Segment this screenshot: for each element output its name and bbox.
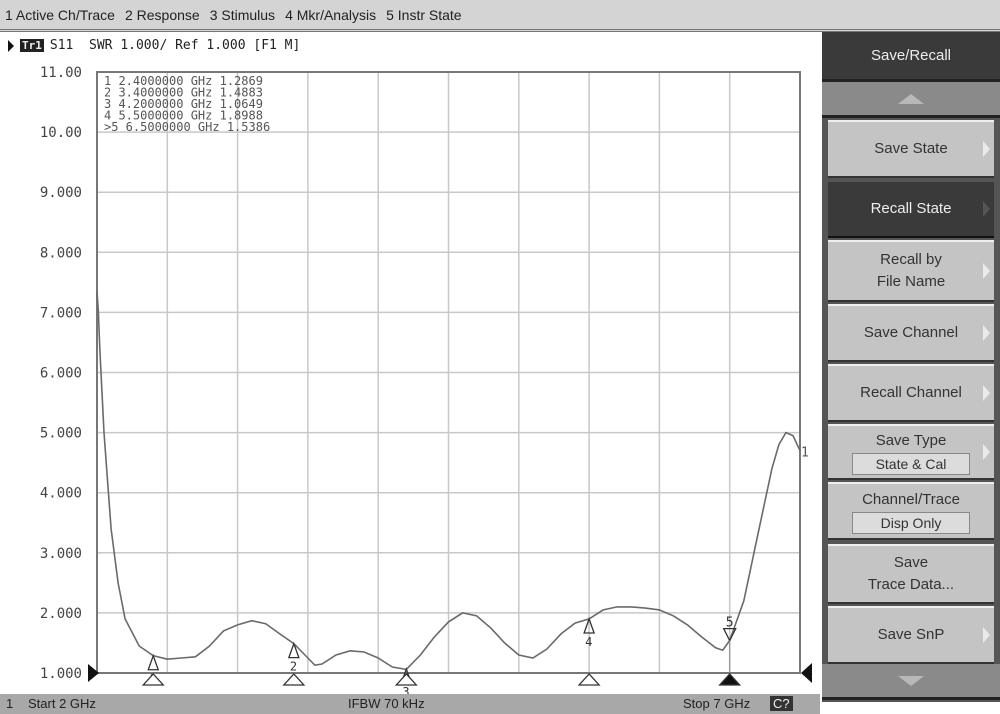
trace-end-label: 1 [801, 446, 809, 461]
save-trace-data-button[interactable]: Save Trace Data... [828, 544, 994, 604]
channel-trace-value: Disp Only [852, 511, 970, 534]
y-tick-label: 3.000 [40, 546, 82, 562]
marker-axis-icon [394, 673, 418, 686]
channel-trace-button[interactable]: Channel/Trace Disp Only [828, 482, 994, 540]
stop-frequency[interactable]: Stop 7 GHz [683, 696, 750, 711]
marker-number: 2 [290, 660, 297, 674]
marker-on-trace-icon [147, 653, 160, 671]
save-label: Save [893, 554, 929, 571]
menu-active-ch-trace[interactable]: 1 Active Ch/Trace [0, 7, 120, 23]
save-state-button[interactable]: Save State [828, 120, 994, 178]
channel-trace-label: Channel/Trace [862, 490, 960, 508]
recall-state-button[interactable]: Recall State [828, 180, 994, 238]
save-snp-button[interactable]: Save SnP [828, 606, 994, 664]
y-tick-label: 7.000 [40, 305, 82, 321]
chart-grid [97, 72, 800, 673]
swr-chart[interactable]: 11.00 10.00 9.000 8.000 7.000 6.000 5.000 4.000… [0, 55, 822, 695]
trace-data-label: Trace Data... [867, 576, 955, 593]
save-snp-label: Save SnP [877, 626, 945, 643]
save-channel-label: Save Channel [863, 324, 959, 341]
menu-response[interactable]: 2 Response [120, 7, 205, 23]
menu-stimulus[interactable]: 3 Stimulus [205, 7, 280, 23]
marker-axis-icon [282, 673, 306, 686]
marker-on-trace-icon [287, 641, 300, 659]
channel-status-badge: C? [770, 696, 793, 711]
triangle-up-icon [898, 93, 924, 104]
y-tick-label: 4.000 [40, 486, 82, 502]
recall-state-label: Recall State [870, 200, 952, 217]
recall-channel-button[interactable]: Recall Channel [828, 364, 994, 422]
marker-axis-icon [577, 673, 601, 686]
y-tick-label: 10.00 [40, 125, 82, 141]
trace-badge[interactable]: Tr1 [20, 39, 44, 52]
y-tick-label: 1.000 [40, 666, 82, 682]
active-trace-arrow-icon [8, 39, 14, 52]
menu-instr-state[interactable]: 5 Instr State [381, 7, 466, 23]
reference-level-right-arrow-icon [801, 663, 812, 683]
status-bar: 1 Start 2 GHz IFBW 70 kHz Stop 7 GHz C? [0, 694, 820, 714]
marker-1[interactable]: 1 [141, 653, 165, 686]
menu-bar: 1 Active Ch/Trace 2 Response 3 Stimulus … [0, 0, 1000, 32]
save-type-value: State & Cal [852, 452, 970, 475]
softkey-panel: Save/Recall Save State Recall State Reca… [822, 32, 1000, 702]
y-tick-label: 8.000 [40, 245, 82, 261]
marker-number: 4 [585, 635, 592, 649]
y-tick-label: 5.000 [40, 426, 82, 442]
submenu-arrow-icon [983, 325, 990, 341]
ifbw-value[interactable]: IFBW 70 kHz [348, 696, 425, 711]
recall-channel-label: Recall Channel [860, 384, 962, 401]
marker-table: 1 2.4000000 GHz 1.2869 2 3.4000000 GHz 1… [104, 74, 270, 134]
submenu-arrow-icon [983, 141, 990, 157]
save-channel-button[interactable]: Save Channel [828, 304, 994, 362]
softkey-scroll-down[interactable] [822, 664, 1000, 700]
y-tick-label: 9.000 [40, 185, 82, 201]
trace-header: Tr1 S11 SWR 1.000/ Ref 1.000 [F1 M] [8, 38, 300, 53]
file-name-label: File Name [876, 273, 946, 290]
marker-readout-row: >5 6.5000000 GHz 1.5386 [104, 120, 270, 134]
trace-settings-text: S11 SWR 1.000/ Ref 1.000 [F1 M] [49, 38, 301, 53]
save-type-label: Save Type [875, 431, 947, 449]
y-tick-label: 6.000 [40, 366, 82, 382]
triangle-down-icon [898, 675, 924, 686]
submenu-arrow-icon [983, 201, 990, 217]
y-tick-labels: 11.00 10.00 9.000 8.000 7.000 6.000 5.000 4.000… [40, 65, 82, 682]
recall-by-label: Recall by [880, 251, 942, 268]
save-type-button[interactable]: Save Type State & Cal [828, 424, 994, 480]
y-tick-label: 11.00 [40, 65, 82, 81]
menu-mkr-analysis[interactable]: 4 Mkr/Analysis [280, 7, 381, 23]
softkey-scroll-up[interactable] [822, 82, 1000, 118]
softkey-title: Save/Recall [822, 32, 1000, 82]
channel-number[interactable]: 1 [6, 696, 13, 711]
y-tick-label: 2.000 [40, 606, 82, 622]
recall-by-file-name-button[interactable]: Recall by File Name [828, 240, 994, 302]
marker-axis-icon [141, 673, 165, 686]
submenu-arrow-icon [983, 627, 990, 643]
submenu-arrow-icon [983, 263, 990, 279]
submenu-arrow-icon [983, 385, 990, 401]
submenu-arrow-icon [983, 444, 990, 460]
active-marker-axis-icon [718, 673, 742, 686]
start-frequency[interactable]: Start 2 GHz [28, 696, 96, 711]
marker-number: 5 [726, 616, 734, 631]
save-state-label: Save State [874, 140, 948, 157]
